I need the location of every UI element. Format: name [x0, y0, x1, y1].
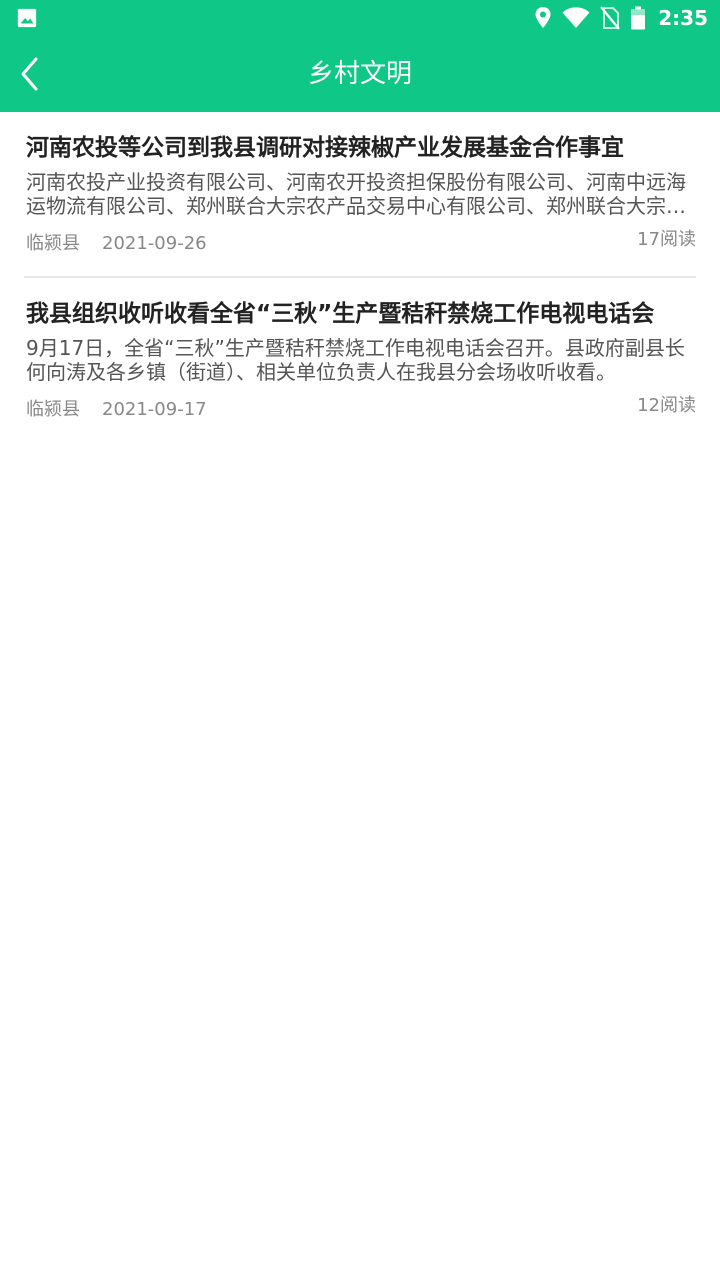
- wifi-icon: [562, 7, 590, 28]
- article-meta: 临颍县 2021-09-17: [26, 396, 207, 424]
- article-source: 临颍县: [26, 399, 80, 420]
- article-date: 2021-09-17: [102, 399, 207, 420]
- article-summary: 河南农投产业投资有限公司、河南农开投资担保股份有限公司、河南中远海运物流有限公司…: [26, 170, 686, 218]
- article-summary: 9月17日，全省“三秋”生产暨秸秆禁烧工作电视电话会召开。县政府副县长何向涛及各…: [26, 336, 685, 384]
- top-bar: 2:35 乡村文明: [0, 0, 720, 112]
- article-meta: 临颍县 2021-09-26: [26, 230, 207, 258]
- article-read-count: 17阅读: [637, 229, 696, 250]
- status-time: 2:35: [658, 6, 708, 30]
- article-list: 河南农投等公司到我县调研对接辣椒产业发展基金合作事宜 河南农投产业投资有限公司、…: [0, 112, 720, 444]
- article-title: 河南农投等公司到我县调研对接辣椒产业发展基金合作事宜: [26, 135, 624, 161]
- status-bar: 2:35: [0, 0, 720, 36]
- no-sim-icon: [600, 6, 621, 30]
- article-title: 我县组织收听收看全省“三秋”生产暨秸秆禁烧工作电视电话会: [26, 301, 655, 327]
- image-icon: [17, 8, 37, 28]
- article-date: 2021-09-26: [102, 233, 207, 254]
- article-item[interactable]: 我县组织收听收看全省“三秋”生产暨秸秆禁烧工作电视电话会 9月17日，全省“三秋…: [24, 278, 696, 444]
- app-bar: 乡村文明: [0, 36, 720, 112]
- page-title: 乡村文明: [307, 59, 412, 89]
- article-item[interactable]: 河南农投等公司到我县调研对接辣椒产业发展基金合作事宜 河南农投产业投资有限公司、…: [24, 112, 696, 278]
- location-icon: [535, 7, 551, 28]
- battery-icon: [631, 6, 646, 30]
- article-source: 临颍县: [26, 233, 80, 254]
- article-read-count: 12阅读: [637, 395, 696, 416]
